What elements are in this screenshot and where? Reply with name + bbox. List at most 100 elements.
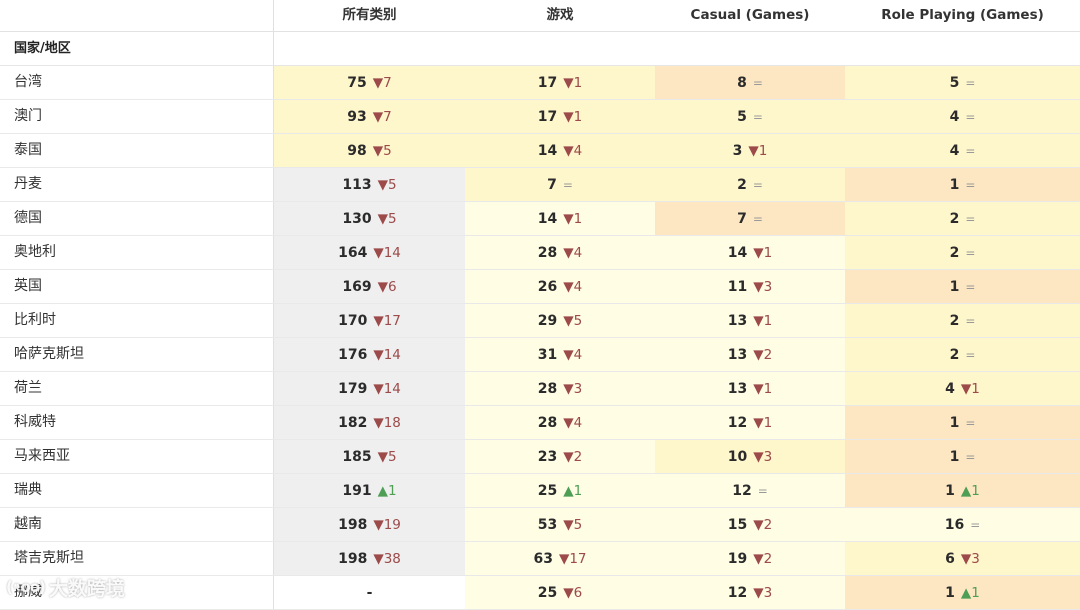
equals-icon: = xyxy=(965,177,976,192)
rank-cell-all-categories: 75 ▼7 xyxy=(274,66,465,99)
rank-cell-all-categories: 93 ▼7 xyxy=(274,100,465,133)
header-games[interactable]: 游戏 xyxy=(465,0,655,31)
rank-change: ▼3 xyxy=(961,551,980,567)
arrow-up-icon: ▲ xyxy=(377,482,389,499)
rank-value: 1 xyxy=(945,584,955,601)
rank-change: ▲1 xyxy=(378,483,397,499)
rank-change: ▼1 xyxy=(563,211,582,227)
country-name[interactable]: 台湾 xyxy=(0,66,274,99)
rank-change: ▼14 xyxy=(373,347,401,363)
country-name[interactable]: 泰国 xyxy=(0,134,274,167)
country-name[interactable]: 澳门 xyxy=(0,100,274,133)
rank-change: ▼2 xyxy=(753,551,772,567)
country-name[interactable]: 瑞典 xyxy=(0,474,274,507)
rank-value: - xyxy=(366,584,373,601)
rank-unchanged: = xyxy=(965,280,975,294)
arrow-down-icon: ▼ xyxy=(373,346,384,363)
header-casual-games[interactable]: Casual (Games) xyxy=(655,0,845,31)
rank-value: 1 xyxy=(949,176,960,193)
rank-value: 13 xyxy=(727,346,748,363)
arrow-down-icon: ▼ xyxy=(563,142,574,159)
rank-cell-casual-games: 8 = xyxy=(655,66,845,99)
rank-value: 14 xyxy=(727,244,748,261)
rank-cell-casual-games: 19 ▼2 xyxy=(655,542,845,575)
country-name[interactable]: 马来西亚 xyxy=(0,440,274,473)
country-name[interactable]: 丹麦 xyxy=(0,168,274,201)
rank-change: ▲1 xyxy=(563,483,582,499)
header-all-categories[interactable]: 所有类别 xyxy=(274,0,465,31)
rank-change: ▼3 xyxy=(563,381,582,397)
arrow-down-icon: ▼ xyxy=(960,550,972,567)
country-name[interactable]: 英国 xyxy=(0,270,274,303)
ranking-table: 所有类别 游戏 Casual (Games) Role Playing (Gam… xyxy=(0,0,1080,610)
rank-cell-all-categories: 169 ▼6 xyxy=(274,270,465,303)
rank-change: ▼1 xyxy=(753,381,772,397)
arrow-down-icon: ▼ xyxy=(753,448,764,465)
rank-change: ▼5 xyxy=(378,211,397,227)
equals-icon: = xyxy=(965,143,976,158)
country-name[interactable]: 奥地利 xyxy=(0,236,274,269)
rank-delta: 3 xyxy=(763,448,773,465)
arrow-down-icon: ▼ xyxy=(373,380,384,397)
rank-value: 2 xyxy=(949,312,960,329)
rank-value: 14 xyxy=(537,142,558,159)
header-role-playing-games[interactable]: Role Playing (Games) xyxy=(845,0,1080,31)
arrow-down-icon: ▼ xyxy=(753,278,764,295)
table-row: 台湾 75 ▼7 17 ▼1 8 = 5 = xyxy=(0,66,1080,100)
rank-value: 130 xyxy=(342,210,372,227)
rank-value: 170 xyxy=(338,312,368,329)
rank-cell-games: 29 ▼5 xyxy=(465,304,655,337)
rank-cell-games: 23 ▼2 xyxy=(465,440,655,473)
rank-value: 2 xyxy=(949,210,960,227)
rank-cell-role-playing-games: 4 ▼1 xyxy=(845,372,1080,405)
rank-change: ▼5 xyxy=(378,449,397,465)
rank-unchanged: = xyxy=(965,348,975,362)
rank-cell-all-categories: 182 ▼18 xyxy=(274,406,465,439)
rank-change: ▼6 xyxy=(378,279,397,295)
rank-value: 2 xyxy=(949,244,960,261)
rank-cell-games: 53 ▼5 xyxy=(465,508,655,541)
rank-change: ▼3 xyxy=(753,585,772,601)
rank-cell-role-playing-games: 2 = xyxy=(845,202,1080,235)
arrow-down-icon: ▼ xyxy=(753,346,764,363)
country-name[interactable]: 塔吉克斯坦 xyxy=(0,542,274,575)
rank-change: ▼1 xyxy=(753,313,772,329)
rank-unchanged: = xyxy=(965,246,975,260)
rank-cell-role-playing-games: 4 = xyxy=(845,100,1080,133)
table-row: 泰国 98 ▼5 14 ▼4 3 ▼1 4 = xyxy=(0,134,1080,168)
rank-change: ▼4 xyxy=(563,143,582,159)
country-name[interactable]: 科威特 xyxy=(0,406,274,439)
arrow-down-icon: ▼ xyxy=(753,380,764,397)
rank-value: 26 xyxy=(537,278,558,295)
rank-delta: 1 xyxy=(763,312,773,329)
country-name[interactable]: 越南 xyxy=(0,508,274,541)
equals-icon: = xyxy=(965,415,976,430)
rank-unchanged: = xyxy=(965,314,975,328)
rank-cell-casual-games: 10 ▼3 xyxy=(655,440,845,473)
arrow-down-icon: ▼ xyxy=(753,244,764,261)
rank-delta: 1 xyxy=(763,244,773,261)
country-name[interactable]: 荷兰 xyxy=(0,372,274,405)
rank-cell-games: 28 ▼3 xyxy=(465,372,655,405)
rank-change: ▼4 xyxy=(563,415,582,431)
table-row: 奥地利 164 ▼14 28 ▼4 14 ▼1 2 = xyxy=(0,236,1080,270)
rank-unchanged: = xyxy=(965,178,975,192)
country-name[interactable]: 比利时 xyxy=(0,304,274,337)
equals-icon: = xyxy=(757,483,768,498)
country-name[interactable]: 德国 xyxy=(0,202,274,235)
rank-cell-casual-games: 7 = xyxy=(655,202,845,235)
rank-change: ▼1 xyxy=(563,109,582,125)
rank-cell-all-categories: 185 ▼5 xyxy=(274,440,465,473)
arrow-down-icon: ▼ xyxy=(377,278,389,295)
arrow-down-icon: ▼ xyxy=(563,210,574,227)
rank-value: 113 xyxy=(342,176,372,193)
rank-cell-all-categories: 179 ▼14 xyxy=(274,372,465,405)
rank-change: ▼2 xyxy=(563,449,582,465)
rank-cell-role-playing-games: 1 = xyxy=(845,168,1080,201)
country-name[interactable]: 哈萨克斯坦 xyxy=(0,338,274,371)
arrow-down-icon: ▼ xyxy=(373,312,384,329)
rank-value: 93 xyxy=(347,108,367,125)
rank-cell-role-playing-games: 4 = xyxy=(845,134,1080,167)
rank-value: 28 xyxy=(537,380,558,397)
arrow-down-icon: ▼ xyxy=(563,108,574,125)
